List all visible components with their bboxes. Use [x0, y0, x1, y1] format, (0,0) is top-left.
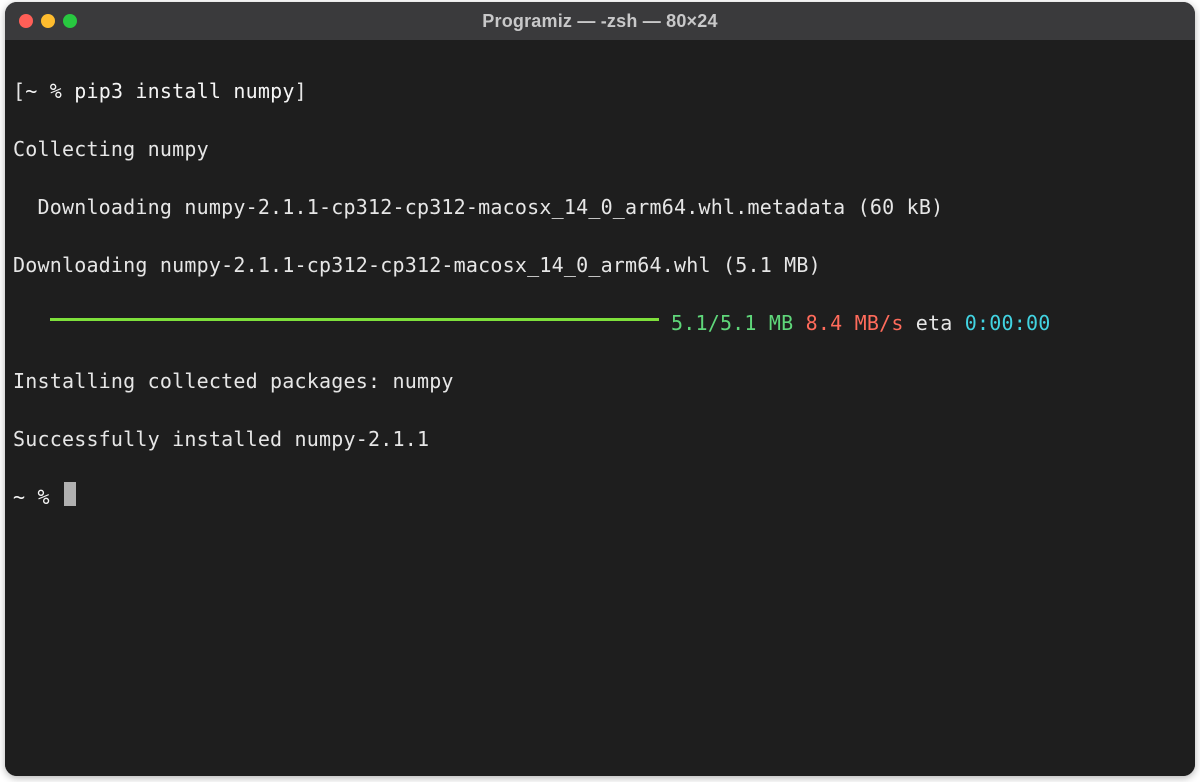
command-text: pip3 install numpy [74, 77, 294, 106]
progress-eta: 0:00:00 [965, 309, 1051, 338]
titlebar[interactable]: Programiz — -zsh — 80×24 [5, 2, 1195, 40]
output-line: Collecting numpy [13, 135, 209, 164]
minimize-icon[interactable] [41, 14, 55, 28]
progress-indent [13, 309, 50, 338]
progress-size: 5.1/5.1 MB [659, 309, 794, 338]
window-title: Programiz — -zsh — 80×24 [5, 11, 1195, 32]
progress-bar [50, 304, 659, 333]
output-line: Downloading numpy-2.1.1-cp312-cp312-maco… [13, 193, 943, 222]
cursor-icon [64, 482, 76, 506]
shell-prompt: ~ % [13, 483, 62, 512]
close-icon[interactable] [19, 14, 33, 28]
progress-eta-label: eta [904, 309, 965, 338]
output-line: Installing collected packages: numpy [13, 367, 454, 396]
prompt-open-bracket: [ [13, 77, 25, 106]
traffic-lights [5, 14, 77, 28]
progress-speed: 8.4 MB/s [793, 309, 903, 338]
prompt-close-bracket: ] [295, 77, 307, 106]
output-line: Downloading numpy-2.1.1-cp312-cp312-maco… [13, 251, 821, 280]
terminal-window: Programiz — -zsh — 80×24 [~ % pip3 insta… [5, 2, 1195, 776]
maximize-icon[interactable] [63, 14, 77, 28]
shell-prompt: ~ % [25, 77, 74, 106]
output-line: Successfully installed numpy-2.1.1 [13, 425, 429, 454]
terminal-body[interactable]: [~ % pip3 install numpy] Collecting nump… [5, 40, 1195, 776]
